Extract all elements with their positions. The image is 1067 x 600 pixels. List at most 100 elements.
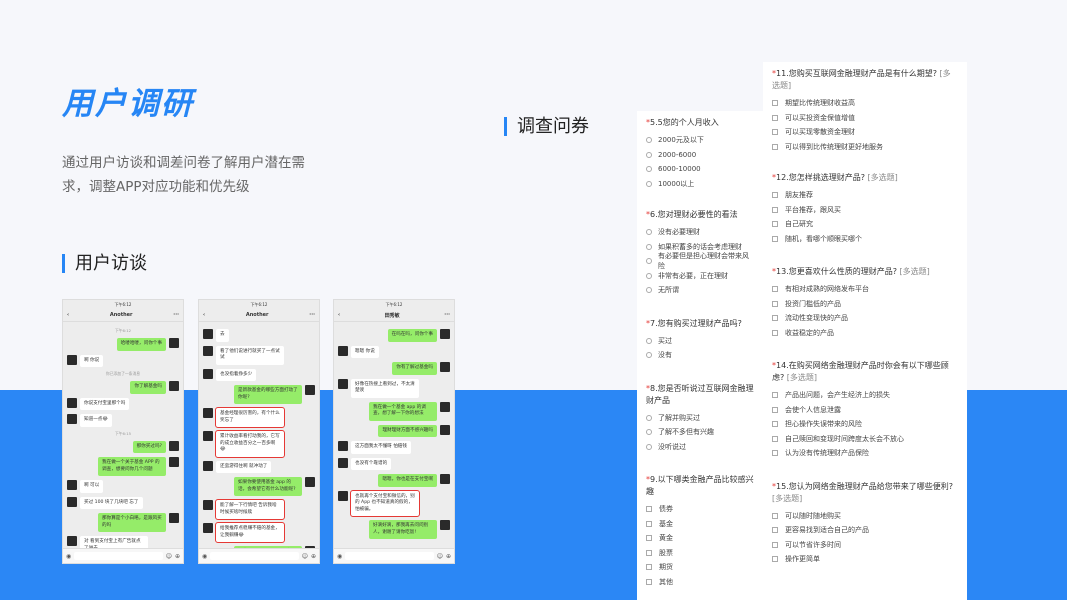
radio-button[interactable]	[646, 229, 652, 236]
option-row[interactable]: 自己研究	[772, 217, 958, 232]
option-row[interactable]: 可以得到比传统理财更好地服务	[772, 140, 958, 155]
checkbox[interactable]	[772, 315, 778, 322]
option-row[interactable]: 可以买投资金保值增值	[772, 111, 958, 126]
option-row[interactable]: 更容易找到适合自己的产品	[772, 523, 958, 538]
checkbox[interactable]	[772, 556, 778, 563]
option-row[interactable]: 黄金	[646, 531, 755, 546]
option-row[interactable]: 平台推荐，跟风买	[772, 203, 958, 218]
radio-button[interactable]	[646, 258, 652, 265]
option-row[interactable]: 股票	[646, 546, 755, 561]
option-row[interactable]: 产品出问题，会产生经济上的损失	[772, 388, 958, 403]
radio-button[interactable]	[646, 337, 652, 344]
checkbox[interactable]	[772, 421, 778, 428]
checkbox[interactable]	[772, 100, 778, 107]
radio-button[interactable]	[646, 272, 652, 279]
checkbox[interactable]	[772, 143, 778, 150]
voice-icon[interactable]: ◉	[337, 553, 342, 560]
option-row[interactable]: 担心操作失误带来的风险	[772, 417, 958, 432]
checkbox[interactable]	[772, 329, 778, 336]
option-row[interactable]: 2000元及以下	[646, 133, 755, 148]
checkbox[interactable]	[646, 549, 652, 556]
plus-icon[interactable]: ⊕	[446, 553, 451, 560]
option-row[interactable]: 买过	[646, 334, 755, 349]
option-row[interactable]: 可以随时随地购买	[772, 509, 958, 524]
emoji-icon[interactable]: ☺	[302, 553, 308, 560]
radio-button[interactable]	[646, 429, 652, 436]
option-row[interactable]: 了解不多但有兴趣	[646, 425, 755, 440]
checkbox[interactable]	[772, 221, 778, 228]
radio-button[interactable]	[646, 151, 652, 158]
checkbox[interactable]	[772, 527, 778, 534]
more-icon[interactable]: ···	[309, 312, 315, 318]
checkbox[interactable]	[772, 114, 778, 121]
more-icon[interactable]: ···	[173, 312, 179, 318]
voice-icon[interactable]: ◉	[66, 553, 71, 560]
option-row[interactable]: 会使个人信息泄露	[772, 403, 958, 418]
chat-input[interactable]	[210, 552, 299, 560]
option-row[interactable]: 期望比传统理财收益高	[772, 96, 958, 111]
checkbox[interactable]	[772, 300, 778, 307]
option-row[interactable]: 了解并购买过	[646, 411, 755, 426]
message-received: 去	[203, 329, 315, 342]
emoji-icon[interactable]: ☺	[437, 553, 443, 560]
checkbox[interactable]	[646, 520, 652, 527]
radio-button[interactable]	[646, 287, 652, 294]
radio-button[interactable]	[646, 137, 652, 144]
back-icon[interactable]: ‹	[203, 312, 205, 318]
option-row[interactable]: 朋友推荐	[772, 188, 958, 203]
checkbox[interactable]	[646, 506, 652, 513]
radio-button[interactable]	[646, 352, 652, 359]
checkbox[interactable]	[772, 512, 778, 519]
option-row[interactable]: 自己赎回和变现时间跨度太长会不放心	[772, 432, 958, 447]
radio-button[interactable]	[646, 414, 652, 421]
radio-button[interactable]	[646, 443, 652, 450]
option-row[interactable]: 其他	[646, 575, 755, 590]
checkbox[interactable]	[772, 406, 778, 413]
checkbox[interactable]	[772, 435, 778, 442]
option-row[interactable]: 随机，看哪个顺眼买哪个	[772, 232, 958, 247]
checkbox[interactable]	[772, 541, 778, 548]
option-row[interactable]: 没有必要理财	[646, 225, 755, 240]
option-row[interactable]: 有必要但是担心理财会带来风险	[646, 252, 755, 270]
checkbox[interactable]	[772, 129, 778, 136]
option-row[interactable]: 10000以上	[646, 177, 755, 192]
option-row[interactable]: 投资门槛低的产品	[772, 297, 958, 312]
plus-icon[interactable]: ⊕	[311, 553, 316, 560]
option-row[interactable]: 可以节省许多时间	[772, 538, 958, 553]
voice-icon[interactable]: ◉	[202, 553, 207, 560]
option-row[interactable]: 6000-10000	[646, 162, 755, 177]
radio-button[interactable]	[646, 180, 652, 187]
chat-input[interactable]	[345, 552, 434, 560]
option-row[interactable]: 流动性变现快的产品	[772, 311, 958, 326]
radio-button[interactable]	[646, 166, 652, 173]
checkbox[interactable]	[646, 535, 652, 542]
checkbox[interactable]	[772, 206, 778, 213]
checkbox[interactable]	[772, 235, 778, 242]
checkbox[interactable]	[772, 286, 778, 293]
checkbox[interactable]	[772, 450, 778, 457]
emoji-icon[interactable]: ☺	[166, 553, 172, 560]
option-row[interactable]: 期货	[646, 560, 755, 575]
radio-button[interactable]	[646, 243, 652, 250]
option-row[interactable]: 没有	[646, 348, 755, 363]
chat-input[interactable]	[74, 552, 163, 560]
option-row[interactable]: 有相对成熟的网络发布平台	[772, 282, 958, 297]
option-row[interactable]: 债券	[646, 502, 755, 517]
option-row[interactable]: 基金	[646, 517, 755, 532]
option-row[interactable]: 操作更简单	[772, 552, 958, 567]
option-row[interactable]: 收益稳定的产品	[772, 326, 958, 341]
option-row[interactable]: 2000-6000	[646, 148, 755, 163]
checkbox[interactable]	[646, 564, 652, 571]
option-row[interactable]: 无所谓	[646, 283, 755, 298]
checkbox[interactable]	[646, 578, 652, 585]
plus-icon[interactable]: ⊕	[175, 553, 180, 560]
checkbox[interactable]	[772, 392, 778, 399]
option-row[interactable]: 可以买现零散资金理财	[772, 125, 958, 140]
checkbox[interactable]	[772, 192, 778, 199]
option-row[interactable]: 认为没有传统理财产品保险	[772, 446, 958, 461]
back-icon[interactable]: ‹	[67, 312, 69, 318]
more-icon[interactable]: ···	[444, 312, 450, 318]
back-icon[interactable]: ‹	[338, 312, 340, 318]
option-row[interactable]: 没听说过	[646, 440, 755, 455]
question-title: *9.以下哪类金融产品比较感兴趣	[646, 475, 754, 496]
